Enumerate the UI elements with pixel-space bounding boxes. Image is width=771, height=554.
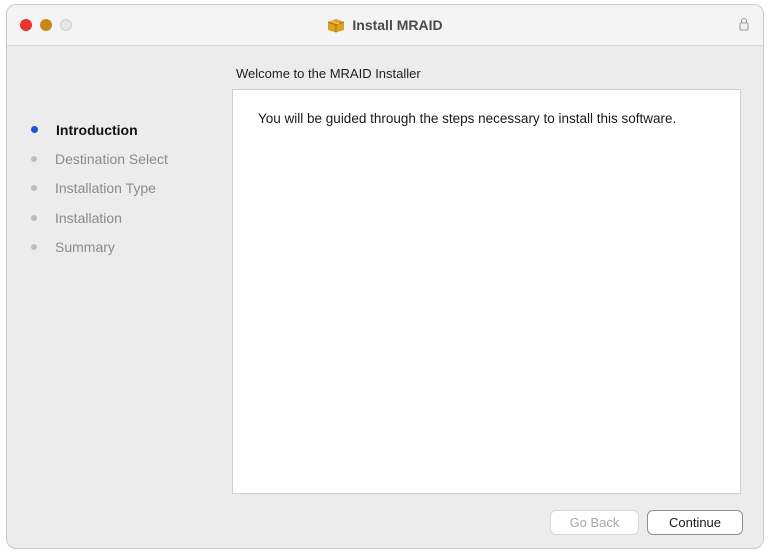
installer-window: Install MRAID Welcome to the MRAID Insta… bbox=[6, 4, 764, 549]
go-back-button[interactable]: Go Back bbox=[550, 510, 639, 535]
content-panel: You will be guided through the steps nec… bbox=[232, 89, 741, 494]
lock-icon[interactable] bbox=[739, 17, 749, 31]
step-bullet-icon bbox=[31, 185, 37, 192]
package-icon bbox=[328, 18, 345, 32]
continue-button[interactable]: Continue bbox=[647, 510, 743, 535]
step-bullet-icon bbox=[31, 214, 37, 221]
step-label: Summary bbox=[55, 238, 115, 255]
step-bullet-icon bbox=[31, 243, 37, 250]
title-bar: Install MRAID bbox=[7, 5, 763, 46]
window-title: Install MRAID bbox=[352, 17, 443, 33]
step-label: Installation Type bbox=[55, 180, 156, 197]
step-label: Introduction bbox=[56, 121, 138, 138]
step-bullet-icon bbox=[31, 155, 37, 162]
step-label: Destination Select bbox=[55, 150, 168, 167]
step-introduction: Introduction bbox=[31, 115, 168, 144]
step-label: Installation bbox=[55, 209, 122, 226]
window-title-group: Install MRAID bbox=[7, 5, 763, 45]
current-step-bullet-icon bbox=[31, 126, 38, 134]
intro-text: You will be guided through the steps nec… bbox=[258, 111, 677, 126]
installer-steps-list: Introduction Destination Select Installa… bbox=[31, 115, 168, 261]
step-installation: Installation bbox=[31, 203, 168, 232]
step-summary: Summary bbox=[31, 232, 168, 261]
step-installation-type: Installation Type bbox=[31, 174, 168, 203]
page-title: Welcome to the MRAID Installer bbox=[236, 66, 421, 81]
step-destination-select: Destination Select bbox=[31, 144, 168, 173]
